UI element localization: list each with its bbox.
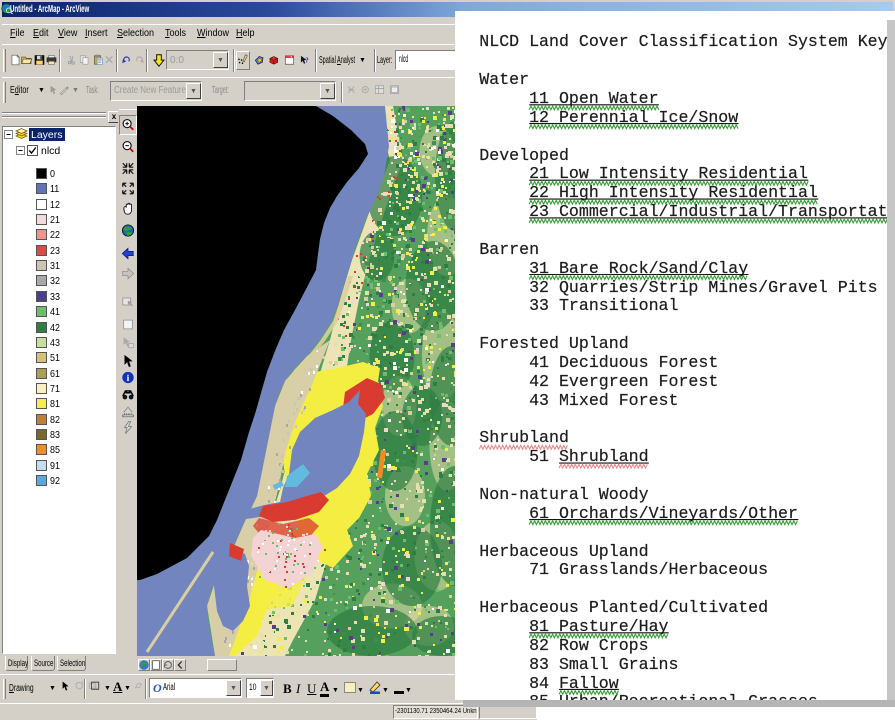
svg-text:?: ? — [305, 56, 309, 64]
svg-text:i: i — [127, 373, 130, 384]
